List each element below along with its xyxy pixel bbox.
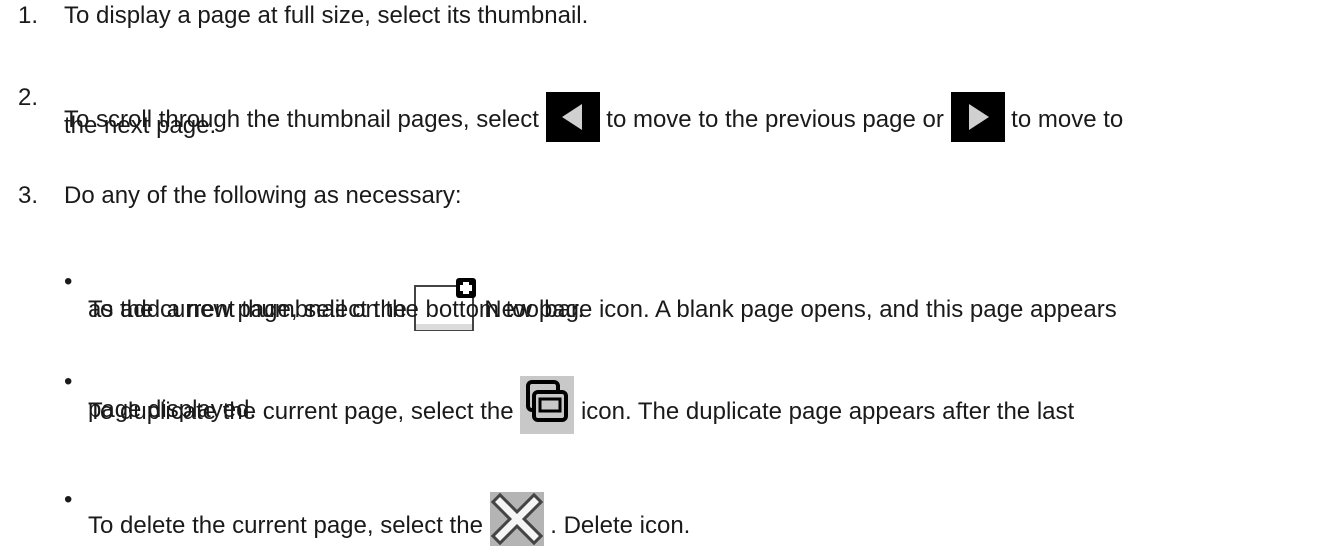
step-2: 2. To scroll through the thumbnail pages… [0,84,1338,144]
bullet-item-new-page: • To add a new page, select the New page… [64,268,1334,331]
previous-page-icon [545,92,600,142]
bullet-text-part: . Delete icon. [550,512,691,539]
step-1: 1. To display a page at full size, selec… [0,2,1338,32]
bullet-text-part: To delete the current page, select the [88,512,483,539]
bullet-dot: • [64,368,73,395]
bullet-text-continued: page displayed. [88,396,257,423]
step-text: To display a page at full size, select i… [64,2,589,29]
step-text-continued: the next page. [64,112,217,139]
step-number: 1. [18,2,39,29]
bullet-item-duplicate: • To duplicate the current page, select … [64,368,1334,434]
next-page-icon [950,92,1005,142]
bullet-text-continued: as the current thumbnail on the bottom t… [88,296,585,323]
step-3: 3. Do any of the following as necessary: [0,182,1338,212]
step-text: To scroll through the thumbnail pages, s… [64,84,1334,142]
bullet-dot: • [64,486,73,513]
bullet-item-delete: • To delete the current page, select the… [64,486,1334,546]
step-text: Do any of the following as necessary: [64,182,462,209]
bullet-text: To delete the current page, select the .… [88,486,691,546]
bullet-text-part: icon. The duplicate page appears after t… [580,398,1075,425]
step-text-part: to move to [1011,106,1124,133]
bullet-dot: • [64,268,73,295]
delete-icon [489,492,544,546]
step-number: 2. [18,84,39,111]
duplicate-page-icon [520,376,575,434]
step-number: 3. [18,182,39,209]
step-text-part: to move to the previous page or [606,106,944,133]
